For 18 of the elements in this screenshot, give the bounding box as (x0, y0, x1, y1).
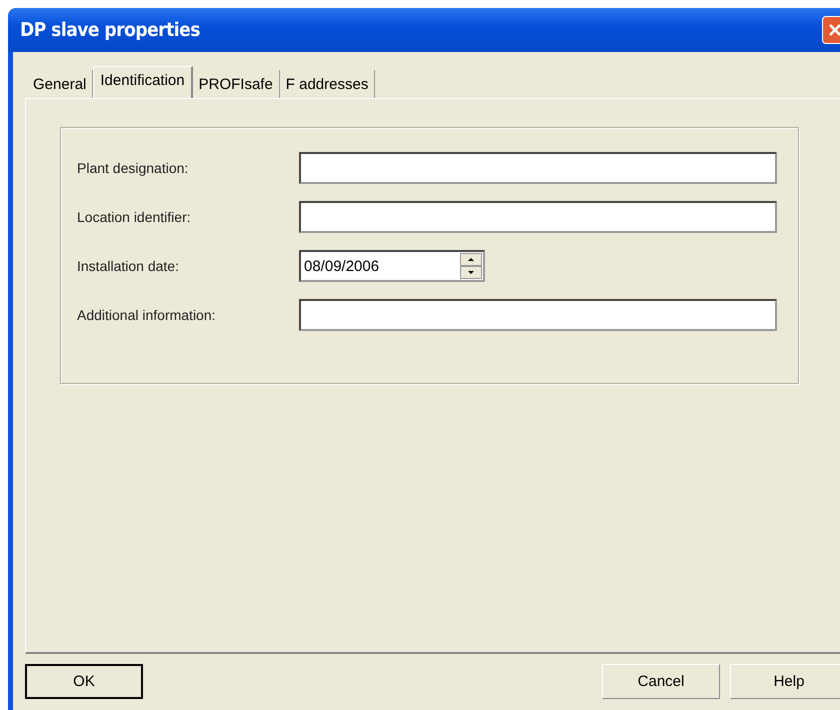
field-label: Installation date: (77, 258, 180, 274)
dialog-button[interactable]: Cancel (602, 664, 720, 699)
spin-down-button[interactable] (460, 266, 482, 279)
input-field[interactable] (299, 152, 777, 184)
field-label: Plant designation: (77, 160, 190, 176)
spin-up-button[interactable] (460, 253, 482, 266)
close-icon (828, 23, 840, 37)
up-arrow-icon (468, 258, 474, 261)
date-field[interactable]: 08/09/2006 (299, 250, 485, 282)
field-label: Additional information: (77, 307, 217, 323)
dialog-button[interactable]: Help (730, 664, 840, 699)
down-arrow-icon (468, 271, 474, 274)
field-label: Location identifier: (77, 209, 192, 225)
dialog-button[interactable]: OK (25, 664, 143, 699)
input-field[interactable] (299, 299, 777, 331)
window-title: DP slave properties (20, 19, 200, 41)
tab[interactable]: Identification (93, 66, 193, 98)
input-field[interactable] (299, 201, 777, 233)
